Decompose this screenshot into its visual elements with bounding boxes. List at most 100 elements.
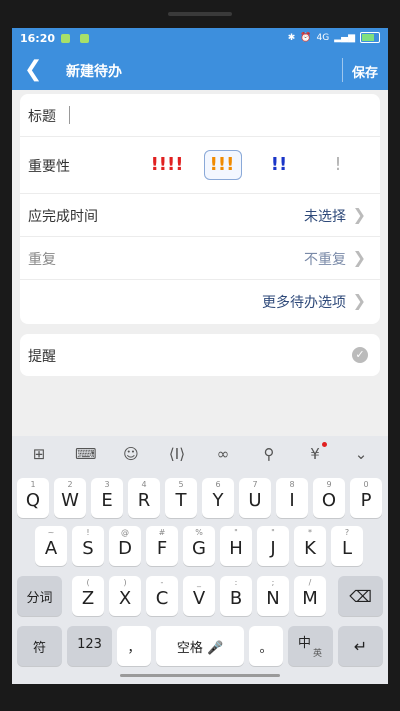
enter-key[interactable]: ↵ xyxy=(338,626,383,666)
priority-option-4[interactable]: !!!! xyxy=(146,154,188,175)
link-icon[interactable]: ∞ xyxy=(213,444,233,464)
text-cursor xyxy=(69,106,70,124)
key-f[interactable]: # F xyxy=(146,526,178,566)
key-letter: X xyxy=(118,588,132,609)
key-m[interactable]: / M xyxy=(294,576,326,616)
language-switch-key[interactable]: 中 英 xyxy=(288,626,333,666)
comma-key[interactable]: ， xyxy=(117,626,151,666)
wallet-icon[interactable]: ¥ xyxy=(305,444,325,464)
key-s[interactable]: ! S xyxy=(72,526,104,566)
due-time-row[interactable]: 应完成时间 未选择 ❯ xyxy=(20,194,380,237)
notification-icon xyxy=(80,34,89,43)
key-hint: - xyxy=(160,578,164,587)
key-u[interactable]: 7U xyxy=(239,478,271,518)
key-p[interactable]: 0P xyxy=(350,478,382,518)
keyboard-toolbar: ⊞ ⌨ ☺ ⟨I⟩ ∞ ⚲ ¥ ⌄ xyxy=(12,436,388,472)
key-l[interactable]: ? L xyxy=(331,526,363,566)
key-hint: * xyxy=(308,528,312,537)
key-b[interactable]: :B xyxy=(220,576,252,616)
key-j[interactable]: " J xyxy=(257,526,289,566)
camera-notch xyxy=(168,12,232,16)
key-hint: @ xyxy=(121,528,129,537)
signal-icon: ▂▄▆ xyxy=(334,32,355,43)
key-hint: ) xyxy=(123,578,127,587)
key-hint: ; xyxy=(271,578,275,587)
save-button[interactable]: 保存 xyxy=(352,62,378,81)
fenci-key[interactable]: 分词 xyxy=(17,576,62,616)
key-hint: 3 xyxy=(104,480,110,489)
chevron-right-icon: ❯ xyxy=(352,205,366,224)
more-options-row[interactable]: 更多待办选项 ❯ xyxy=(20,280,380,323)
priority-option-3[interactable]: !!! xyxy=(204,154,240,175)
key-letter: B xyxy=(229,588,243,609)
key-letter: H xyxy=(229,538,243,559)
key-letter: T xyxy=(175,490,187,511)
chevron-right-icon: ❯ xyxy=(352,248,366,267)
key-hint: % xyxy=(195,528,203,537)
back-chevron-icon[interactable]: ❮ xyxy=(24,57,42,82)
key-r[interactable]: 4R xyxy=(128,478,160,518)
key-letter: G xyxy=(192,538,206,559)
key-letter: L xyxy=(341,538,353,559)
period-key-label: 。 xyxy=(259,641,273,656)
key-hint: 8 xyxy=(289,480,295,489)
key-letter: K xyxy=(304,538,316,559)
key-i[interactable]: 8I xyxy=(276,478,308,518)
key-letter: I xyxy=(289,490,295,511)
key-c[interactable]: -C xyxy=(146,576,178,616)
divider xyxy=(342,58,343,82)
symbol-key-label: 符 xyxy=(32,641,46,656)
priority-option-2[interactable]: !! xyxy=(264,154,294,175)
search-icon[interactable]: ⚲ xyxy=(259,444,279,464)
repeat-value: 不重复 xyxy=(304,252,346,268)
key-o[interactable]: 9O xyxy=(313,478,345,518)
key-hint: ? xyxy=(344,528,350,537)
grid-menu-icon[interactable]: ⊞ xyxy=(29,444,49,464)
key-n[interactable]: ; N xyxy=(257,576,289,616)
period-key[interactable]: 。 xyxy=(249,626,283,666)
key-x[interactable]: ) X xyxy=(109,576,141,616)
symbol-key[interactable]: 符 xyxy=(17,626,62,666)
due-time-label: 应完成时间 xyxy=(28,209,98,225)
key-letter: J xyxy=(270,538,276,559)
key-letter: O xyxy=(321,490,337,511)
key-hint: / xyxy=(308,578,312,587)
key-letter: S xyxy=(82,538,94,559)
collapse-keyboard-icon[interactable]: ⌄ xyxy=(351,444,371,464)
reminder-card[interactable]: 提醒 ✓ xyxy=(20,334,380,376)
key-g[interactable]: % G xyxy=(183,526,215,566)
repeat-row[interactable]: 重复 不重复 ❯ xyxy=(20,237,380,280)
key-letter: N xyxy=(266,588,280,609)
comma-key-label: ， xyxy=(127,641,141,656)
key-y[interactable]: 6Y xyxy=(202,478,234,518)
key-letter: P xyxy=(360,490,372,511)
number-key[interactable]: 123 xyxy=(67,626,112,666)
key-v[interactable]: _ V xyxy=(183,576,215,616)
key-d[interactable]: @ D xyxy=(109,526,141,566)
status-time: 16:20 xyxy=(20,32,56,45)
cursor-move-icon[interactable]: ⟨I⟩ xyxy=(167,444,187,464)
key-t[interactable]: 5T xyxy=(165,478,197,518)
title-row[interactable]: 标题 xyxy=(20,94,380,137)
backspace-key[interactable]: ⌫ xyxy=(338,576,383,616)
key-hint: ! xyxy=(86,528,90,537)
key-hint: 5 xyxy=(178,480,184,489)
number-key-label: 123 xyxy=(77,637,102,652)
key-a[interactable]: ~ A xyxy=(35,526,67,566)
key-w[interactable]: 2W xyxy=(54,478,86,518)
key-e[interactable]: 3E xyxy=(91,478,123,518)
key-letter: Q xyxy=(25,490,41,511)
key-letter: F xyxy=(156,538,168,559)
check-circle-icon[interactable]: ✓ xyxy=(352,347,368,363)
key-z[interactable]: (Z xyxy=(72,576,104,616)
key-letter: W xyxy=(61,490,79,511)
priority-option-1[interactable]: ! xyxy=(326,154,350,175)
status-icons: ✱ ⏰ 4G ▂▄▆ xyxy=(288,32,380,43)
key-h[interactable]: " H xyxy=(220,526,252,566)
space-key[interactable]: 空格 🎤 xyxy=(156,626,244,666)
emoji-icon[interactable]: ☺ xyxy=(121,444,141,464)
key-k[interactable]: * K xyxy=(294,526,326,566)
keyboard-icon[interactable]: ⌨ xyxy=(75,444,97,464)
key-q[interactable]: 1Q xyxy=(17,478,49,518)
key-hint: " xyxy=(234,528,238,537)
